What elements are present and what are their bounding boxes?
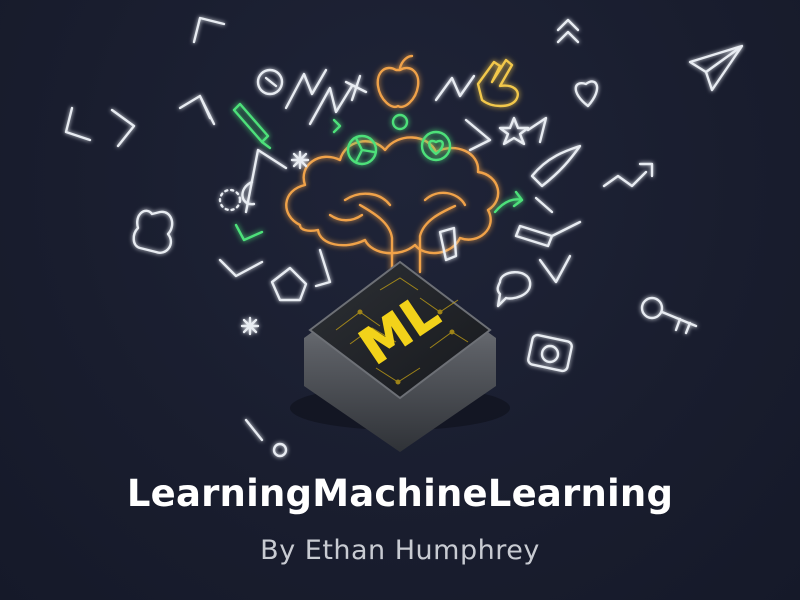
chevron-up-icon <box>192 16 226 44</box>
back-arrow-icon <box>178 94 216 126</box>
exclamation-icon <box>244 418 288 458</box>
tiny-shape-icon <box>332 113 409 134</box>
cover-canvas: ML LearningMachineLearning By Ethan Hump… <box>0 0 800 600</box>
house-icon <box>270 266 308 302</box>
compass-icon <box>256 68 284 96</box>
squiggle-arrow-icon <box>602 162 654 188</box>
chevron-icon <box>234 223 264 242</box>
heart-badge-icon <box>420 130 452 162</box>
star-icon <box>498 116 530 146</box>
propeller-icon <box>346 134 378 166</box>
pencil-icon <box>232 102 272 150</box>
ml-chip-badge: ML <box>290 260 510 452</box>
sun-dots-icon <box>218 188 242 212</box>
page-title: LearningMachineLearning <box>126 472 674 515</box>
key-icon <box>640 296 698 335</box>
author-byline: By Ethan Humphrey <box>260 535 540 566</box>
thumbs-up-hand-icon <box>132 209 174 254</box>
lightning-icon <box>284 68 354 126</box>
heart-icon <box>574 80 599 108</box>
bird-icon <box>530 144 582 188</box>
bracket-icon <box>64 106 136 148</box>
speech-bubble-icon <box>496 271 532 308</box>
peace-hand-icon <box>476 58 519 108</box>
music-note-icon <box>241 148 288 214</box>
asterisk-icon <box>290 150 310 170</box>
apple-logo-icon <box>376 54 420 109</box>
camera-icon <box>527 333 573 373</box>
sparkle-icon <box>240 316 260 336</box>
brain-tree-icon <box>285 136 500 274</box>
paper-plane-icon <box>688 44 744 92</box>
hammer-icon <box>514 220 582 248</box>
double-chevron-icon <box>556 18 580 44</box>
